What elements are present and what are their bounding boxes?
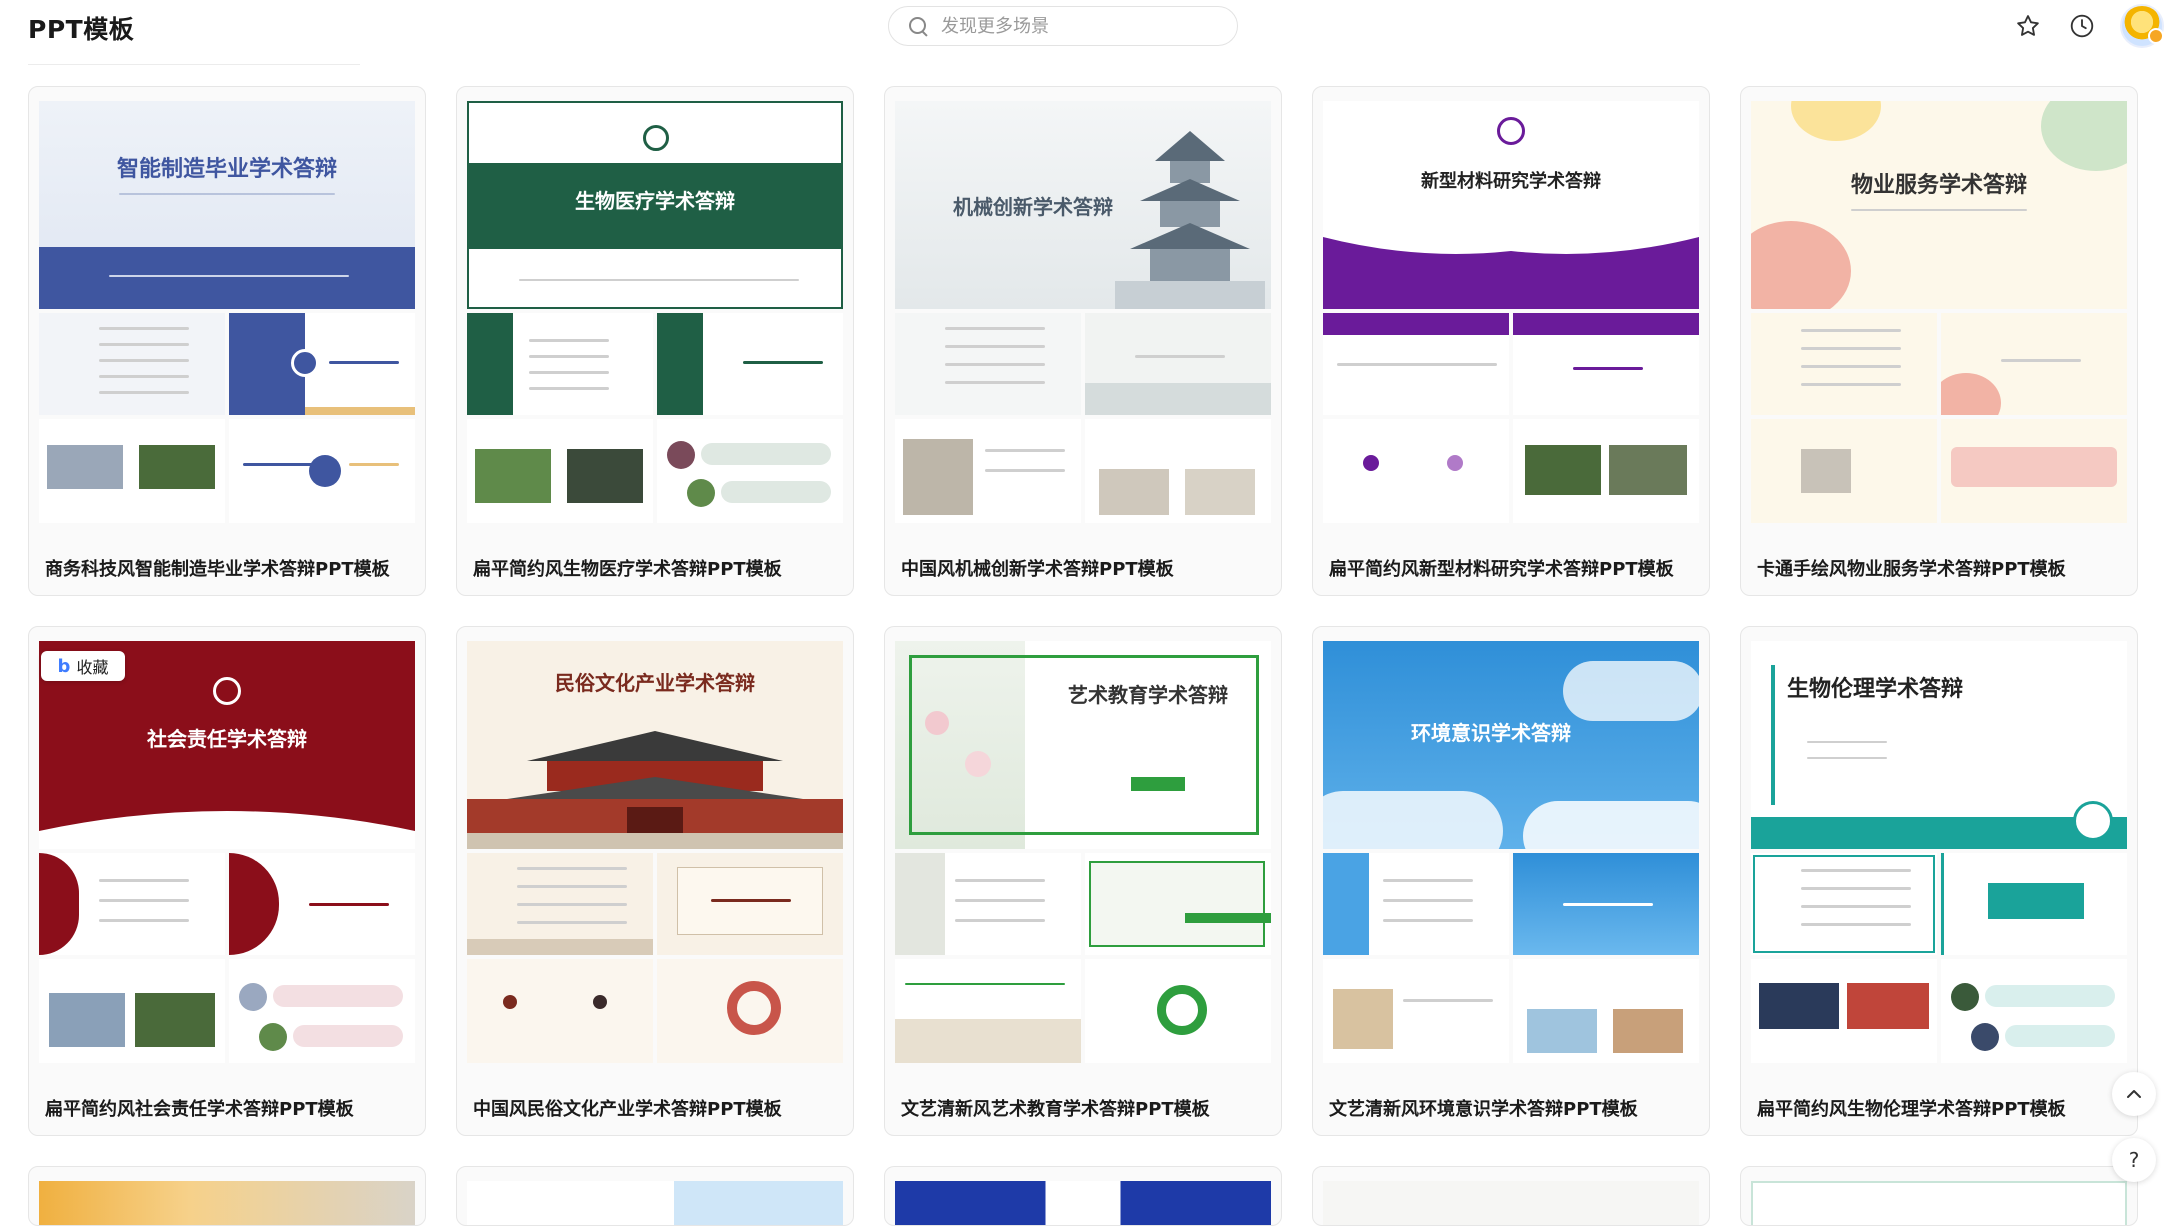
template-thumbnail[interactable]: 艺术教育学术答辩 bbox=[895, 641, 1271, 1069]
collect-icon: b bbox=[57, 655, 71, 677]
slide-title: 生物伦理学术答辩 bbox=[1787, 677, 1964, 702]
top-bar: PPT模板 bbox=[0, 0, 2169, 56]
template-thumbnail[interactable]: 机械创新学术答辩 bbox=[895, 101, 1271, 529]
slide-title: 生物医疗学术答辩 bbox=[575, 189, 735, 213]
template-card[interactable] bbox=[1740, 1166, 2138, 1226]
template-card[interactable]: 生物伦理学术答辩 扁平简约风生物伦理学术答辩PPT模板 bbox=[1740, 626, 2138, 1136]
cover-slide: 艺术教育学术答辩 bbox=[895, 641, 1271, 849]
search-icon bbox=[907, 15, 929, 37]
slide-title: 环境意识学术答辩 bbox=[1411, 721, 1571, 745]
slide-title: 艺术教育学术答辩 bbox=[1068, 683, 1228, 707]
template-title[interactable]: 卡通手绘风物业服务学术答辩PPT模板 bbox=[1757, 555, 2066, 581]
template-title[interactable]: 中国风机械创新学术答辩PPT模板 bbox=[901, 555, 1174, 581]
template-card[interactable]: 智能制造毕业学术答辩 商务科技风智能制造毕业学术答辩PPT模板 bbox=[28, 86, 426, 596]
title-divider bbox=[28, 64, 360, 65]
template-title[interactable]: 扁平简约风新型材料研究学术答辩PPT模板 bbox=[1329, 555, 1674, 581]
template-title[interactable]: 中国风民俗文化产业学术答辩PPT模板 bbox=[473, 1095, 782, 1121]
chevron-up-icon bbox=[2127, 1090, 2141, 1098]
back-to-top-button[interactable] bbox=[2112, 1072, 2156, 1116]
template-card[interactable] bbox=[884, 1166, 1282, 1226]
template-card[interactable]: 艺术教育学术答辩 文艺清新风艺术教育学术答辩PPT模板 bbox=[884, 626, 1282, 1136]
search-input[interactable] bbox=[941, 15, 1221, 37]
cover-slide: 智能制造毕业学术答辩 bbox=[39, 101, 415, 309]
collect-label: 收藏 bbox=[76, 658, 109, 677]
template-card[interactable]: 物业服务学术答辩 卡通手绘风物业服务学术答辩PPT模板 bbox=[1740, 86, 2138, 596]
cover-slide: 机械创新学术答辩 bbox=[895, 101, 1271, 309]
slide-title: 新型材料研究学术答辩 bbox=[1421, 171, 1601, 192]
slide-title: 民俗文化产业学术答辩 bbox=[555, 671, 755, 695]
template-card[interactable] bbox=[456, 1166, 854, 1226]
template-thumbnail[interactable]: 生物医疗学术答辩 bbox=[467, 101, 843, 529]
collect-button[interactable]: b 收藏 bbox=[41, 651, 125, 681]
template-title[interactable]: 扁平简约风生物医疗学术答辩PPT模板 bbox=[473, 555, 782, 581]
cover-slide: 物业服务学术答辩 bbox=[1751, 101, 2127, 309]
clock-icon[interactable] bbox=[2066, 10, 2098, 42]
template-title[interactable]: 扁平简约风生物伦理学术答辩PPT模板 bbox=[1757, 1095, 2066, 1121]
cover-slide: 民俗文化产业学术答辩 bbox=[467, 641, 843, 849]
user-avatar[interactable] bbox=[2120, 4, 2164, 48]
help-button[interactable]: ? bbox=[2112, 1138, 2156, 1182]
cover-slide: 环境意识学术答辩 bbox=[1323, 641, 1699, 849]
help-icon: ? bbox=[2128, 1148, 2140, 1172]
template-title[interactable]: 扁平简约风社会责任学术答辩PPT模板 bbox=[45, 1095, 354, 1121]
template-title[interactable]: 文艺清新风艺术教育学术答辩PPT模板 bbox=[901, 1095, 1210, 1121]
template-thumbnail[interactable]: 民俗文化产业学术答辩 bbox=[467, 641, 843, 1069]
search-box[interactable] bbox=[888, 6, 1238, 46]
template-card[interactable]: 民俗文化产业学术答辩 中国风民俗文化产业学术答辩PPT模板 bbox=[456, 626, 854, 1136]
template-thumbnail[interactable]: 环境意识学术答辩 bbox=[1323, 641, 1699, 1069]
template-thumbnail[interactable]: 生物伦理学术答辩 bbox=[1751, 641, 2127, 1069]
template-thumbnail[interactable]: 物业服务学术答辩 bbox=[1751, 101, 2127, 529]
cover-slide: 生物伦理学术答辩 bbox=[1751, 641, 2127, 849]
template-thumbnail[interactable]: 社会责任学术答辩 bbox=[39, 641, 415, 1069]
slide-title: 社会责任学术答辩 bbox=[147, 727, 307, 751]
template-thumbnail[interactable]: 新型材料研究学术答辩 bbox=[1323, 101, 1699, 529]
template-card[interactable]: 环境意识学术答辩 文艺清新风环境意识学术答辩PPT模板 bbox=[1312, 626, 1710, 1136]
star-icon[interactable] bbox=[2012, 10, 2044, 42]
template-card[interactable] bbox=[1312, 1166, 1710, 1226]
cover-slide: 新型材料研究学术答辩 bbox=[1323, 101, 1699, 309]
template-title[interactable]: 文艺清新风环境意识学术答辩PPT模板 bbox=[1329, 1095, 1638, 1121]
template-card[interactable]: 生物医疗学术答辩 扁平简约风生物医疗学术答辩PPT模板 bbox=[456, 86, 854, 596]
page-title: PPT模板 bbox=[28, 15, 135, 44]
template-card[interactable]: b 收藏 社会责任学术答辩 扁平简约风社会责任学术答辩PPT模板 bbox=[28, 626, 426, 1136]
template-card[interactable]: 新型材料研究学术答辩 扁平简约风新型材料研究学术答辩PPT模板 bbox=[1312, 86, 1710, 596]
slide-title: 智能制造毕业学术答辩 bbox=[116, 157, 337, 182]
slide-title: 物业服务学术答辩 bbox=[1850, 173, 2027, 198]
template-card[interactable]: 机械创新学术答辩 中国风机械创新学术答辩PPT模板 bbox=[884, 86, 1282, 596]
template-title[interactable]: 商务科技风智能制造毕业学术答辩PPT模板 bbox=[45, 555, 390, 581]
template-card[interactable] bbox=[28, 1166, 426, 1226]
cover-slide: 生物医疗学术答辩 bbox=[467, 101, 843, 309]
template-thumbnail[interactable]: 智能制造毕业学术答辩 bbox=[39, 101, 415, 529]
